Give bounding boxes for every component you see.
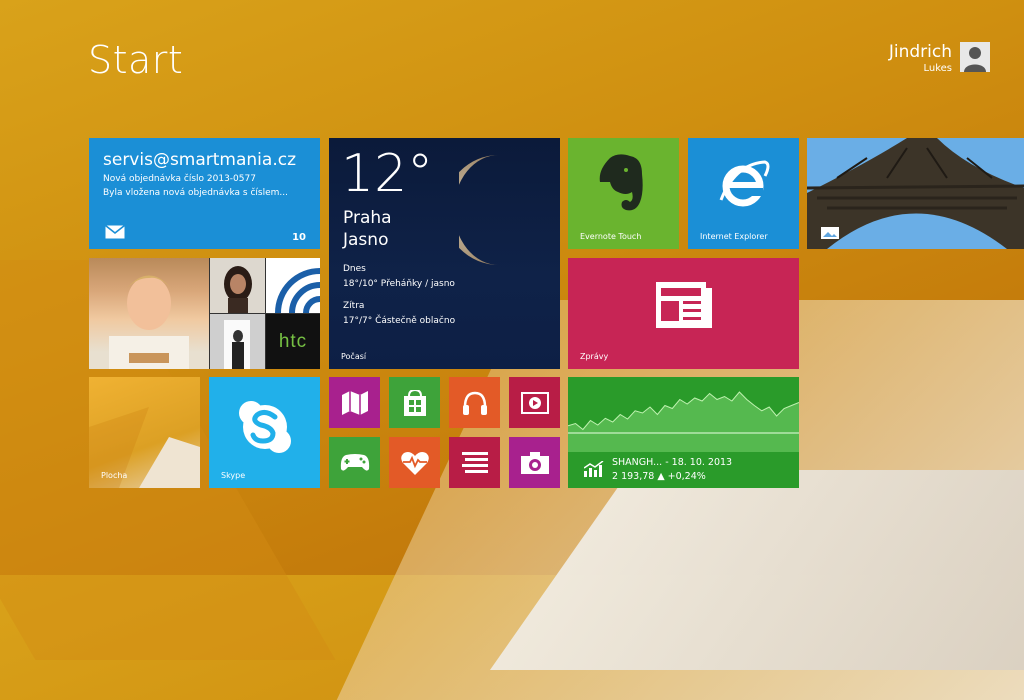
ie-icon [719, 160, 770, 207]
reading-list-icon [461, 451, 488, 473]
tile-internet-explorer[interactable]: Internet Explorer [688, 138, 799, 249]
camera-icon [520, 451, 549, 474]
store-icon [403, 389, 426, 416]
tile-camera[interactable] [509, 437, 560, 488]
weather-tomorrow-forecast: 17°/7° Částečně oblačno [343, 316, 456, 326]
tile-store[interactable] [389, 377, 440, 428]
weather-temperature: 12° [341, 144, 434, 204]
skype-icon [239, 401, 291, 453]
finance-index-title: SHANGH... - 18. 10. 2013 [612, 457, 733, 468]
contact-photo-wifi [266, 258, 320, 358]
tile-evernote-label: Evernote Touch [580, 232, 642, 241]
finance-chart-icon [584, 461, 604, 477]
finance-chart-area [568, 392, 799, 452]
weather-tomorrow-label: Zítra [343, 301, 365, 311]
mail-count-badge: 10 [292, 232, 306, 243]
htc-logo-text: htc [278, 330, 308, 352]
tile-evernote[interactable]: Evernote Touch [568, 138, 679, 249]
travel-map-icon [341, 390, 368, 415]
tile-games[interactable] [329, 437, 380, 488]
mail-preview: Byla vložena nová objednávka s číslem... [103, 188, 288, 198]
gamepad-icon [340, 453, 369, 471]
user-last-name: Lukes [923, 63, 952, 74]
photos-icon [821, 227, 839, 239]
tile-skype-label: Skype [221, 471, 246, 480]
tile-photos[interactable] [807, 138, 1024, 249]
contact-photo-woman [210, 258, 265, 313]
user-avatar-icon[interactable] [960, 42, 990, 72]
tile-ie-label: Internet Explorer [700, 232, 768, 241]
news-icon [656, 282, 712, 328]
weather-city: Praha [343, 208, 392, 228]
video-icon [520, 391, 549, 414]
weather-today-label: Dnes [343, 264, 366, 274]
tile-desktop-label: Plocha [101, 471, 128, 480]
contact-photo-doorway [210, 314, 265, 369]
tile-news[interactable]: Zprávy [568, 258, 799, 369]
mail-icon [105, 225, 125, 239]
headphones-icon [462, 391, 487, 415]
contact-photo-htc: htc [266, 314, 320, 369]
weather-today-forecast: 18°/10° Přeháňky / jasno [343, 279, 455, 289]
tile-music[interactable] [449, 377, 500, 428]
start-title: Start [88, 38, 184, 82]
tile-health[interactable] [389, 437, 440, 488]
tile-reading-list[interactable] [449, 437, 500, 488]
finance-index-value: 2 193,78 ▲ +0,24% [612, 471, 706, 482]
eiffel-tower-photo [807, 138, 1024, 249]
tile-people[interactable]: htc [89, 258, 320, 369]
user-account[interactable]: Jindrich Lukes [889, 42, 990, 76]
tile-weather-label: Počasí [341, 352, 367, 361]
tile-mail[interactable]: servis@smartmania.cz Nová objednávka čís… [89, 138, 320, 249]
evernote-elephant-icon [599, 154, 643, 211]
heart-pulse-icon [400, 451, 429, 475]
contact-photo-large [89, 258, 209, 369]
tile-video[interactable] [509, 377, 560, 428]
weather-condition: Jasno [343, 230, 389, 250]
tile-desktop[interactable]: Plocha [89, 377, 200, 488]
tile-finance[interactable]: SHANGH... - 18. 10. 2013 2 193,78 ▲ +0,2… [568, 377, 799, 488]
user-first-name: Jindrich [888, 42, 952, 62]
moon-icon [459, 155, 499, 265]
mail-subject: Nová objednávka číslo 2013-0577 [103, 174, 256, 184]
mail-address: servis@smartmania.cz [103, 150, 297, 170]
tile-news-label: Zprávy [580, 352, 609, 361]
user-names: Jindrich Lukes [889, 42, 952, 76]
tile-skype[interactable]: Skype [209, 377, 320, 488]
finance-chart [568, 391, 799, 452]
tile-travel[interactable] [329, 377, 380, 428]
tile-weather[interactable]: 12° Praha Jasno Dnes 18°/10° Přeháňky / … [329, 138, 560, 369]
